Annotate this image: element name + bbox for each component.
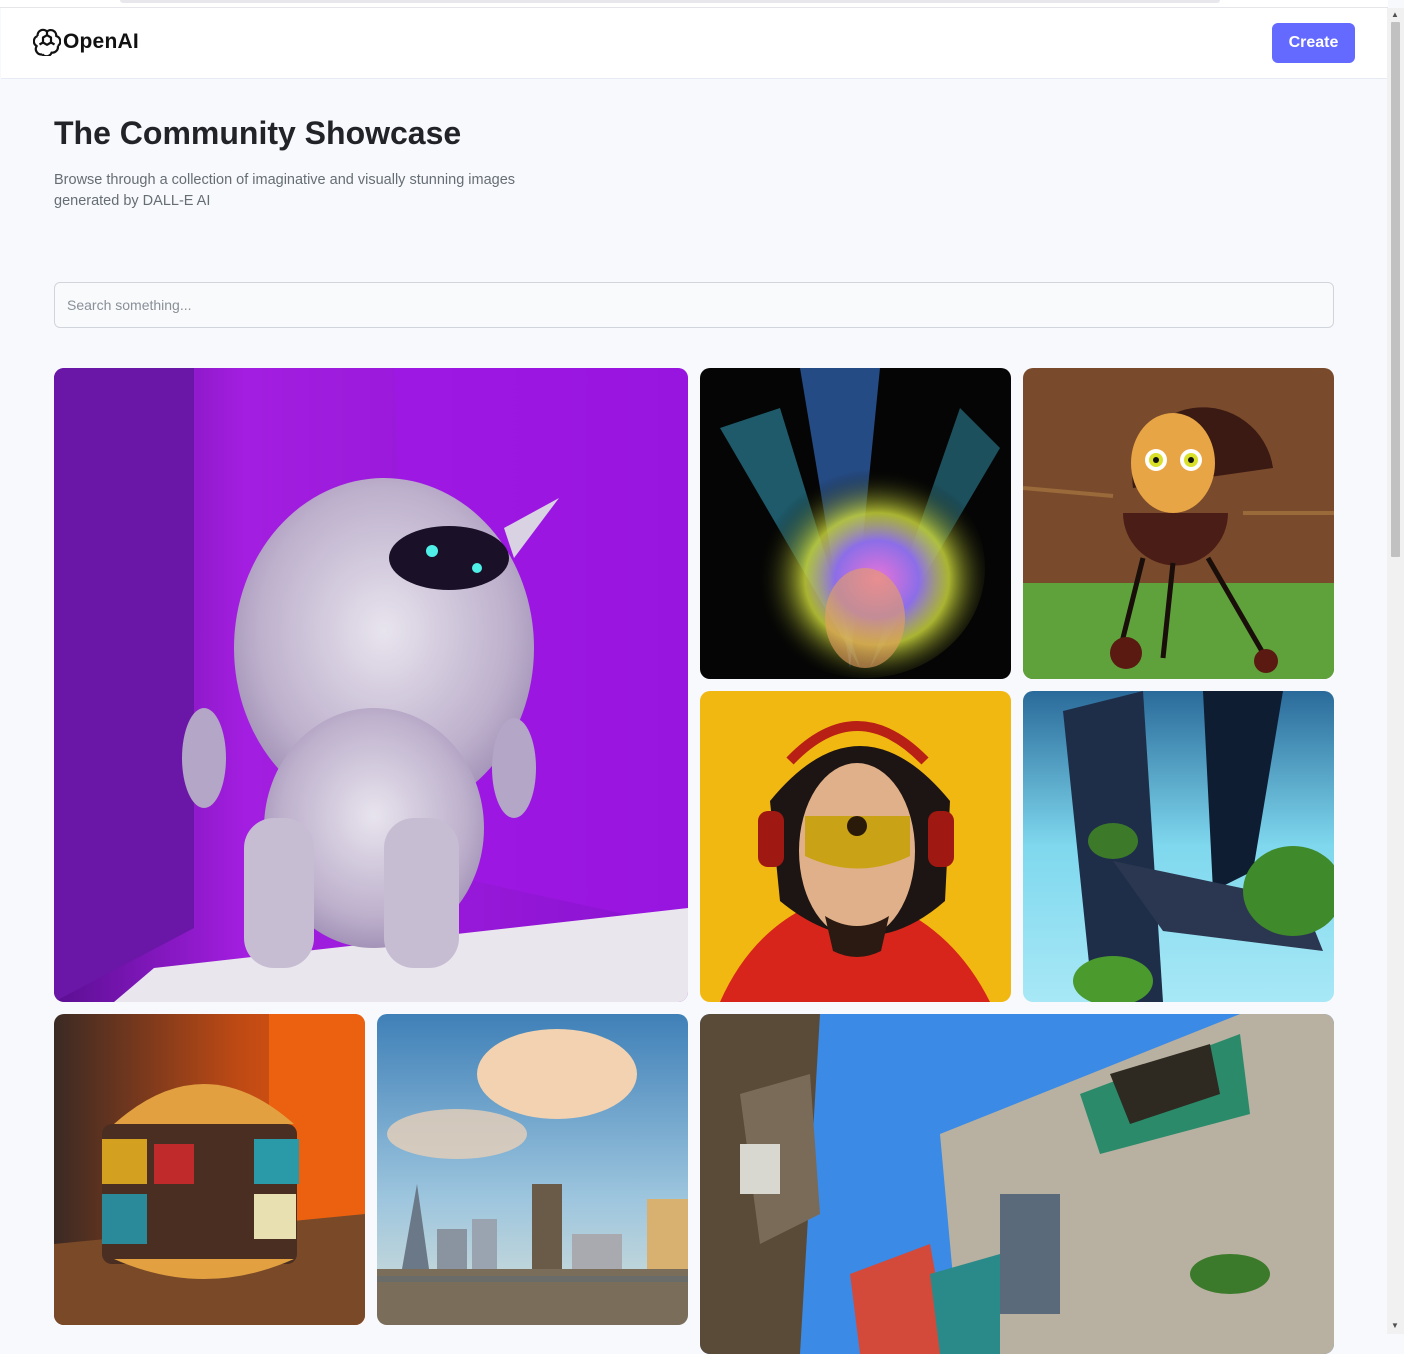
gallery-image-color-explosion[interactable] [700,368,1011,679]
logo-link[interactable]: OpenAI [33,28,139,56]
gallery-image-old-buildings[interactable] [700,1014,1334,1354]
page-title: The Community Showcase [54,115,462,151]
gallery-image-grill-egg-cartoon[interactable] [1023,368,1334,679]
gallery-image-city-skyline[interactable] [377,1014,688,1325]
brand-name: OpenAI [63,30,139,53]
site-header: OpenAI Create [1,8,1387,79]
gallery-image-rubiks-burger[interactable] [54,1014,365,1325]
gallery-image-headphone-hero[interactable] [700,691,1011,1002]
scrollbar-thumb[interactable] [1391,22,1400,557]
create-button[interactable]: Create [1272,23,1355,63]
scroll-down-icon[interactable]: ▼ [1391,1322,1399,1330]
page-subtitle: Browse through a collection of imaginati… [54,172,516,209]
search-input[interactable] [54,282,1334,328]
scroll-up-icon[interactable]: ▲ [1391,11,1399,19]
page-scrollbar[interactable]: ▲ ▼ [1387,8,1404,1334]
gallery-image-futuristic-city[interactable] [1023,691,1334,1002]
gallery-image-furry-monster[interactable] [54,368,688,1002]
browser-top-edge [0,0,1388,8]
openai-logo-icon [33,28,61,56]
